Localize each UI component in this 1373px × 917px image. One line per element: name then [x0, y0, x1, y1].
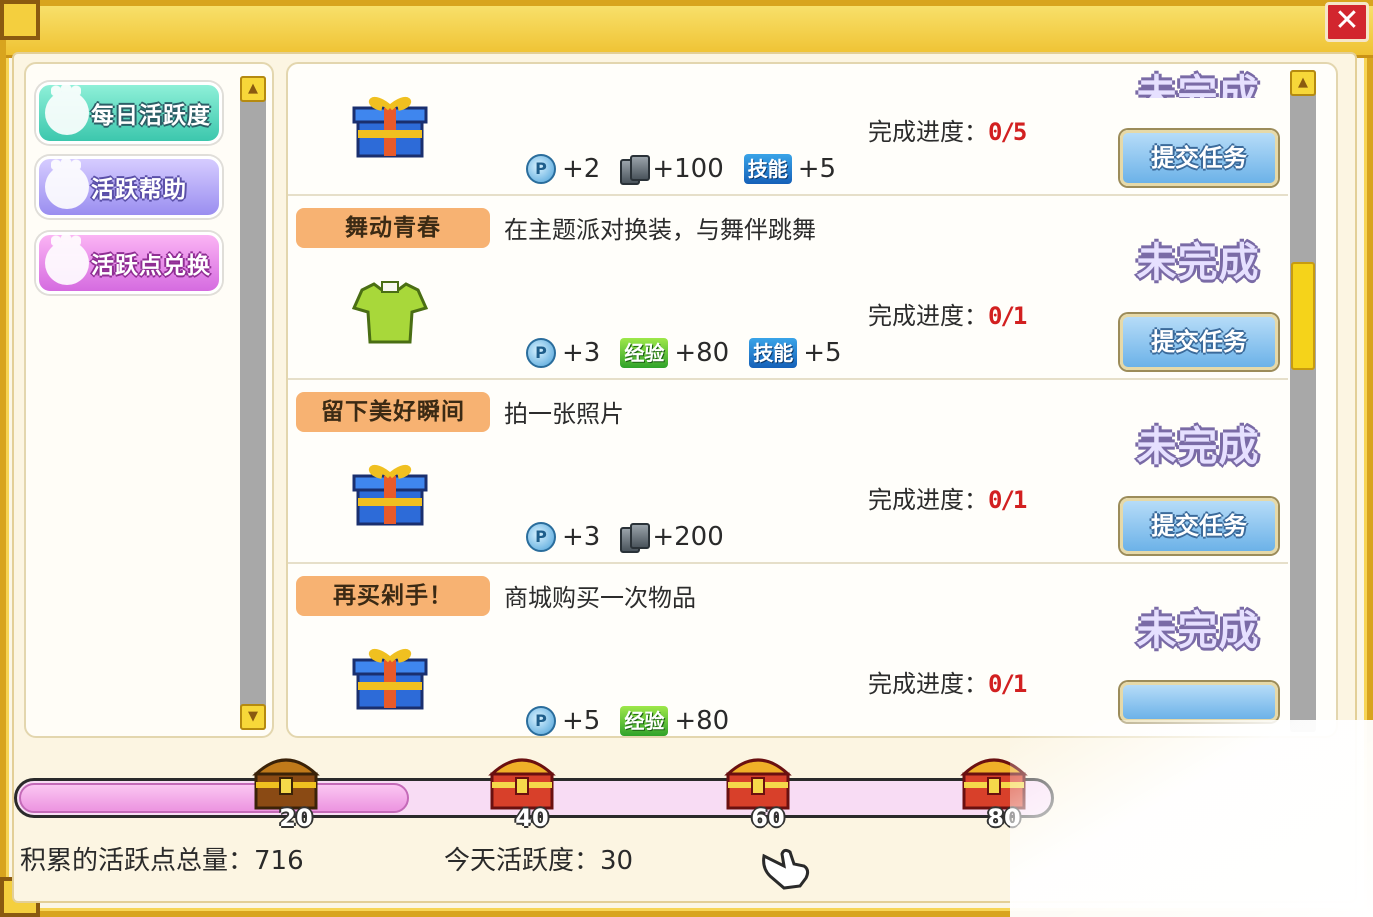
- progress-value: 0/5: [988, 118, 1027, 146]
- scroll-up-arrow-icon[interactable]: ▲: [1290, 70, 1316, 96]
- progress-value: 0/1: [988, 670, 1027, 698]
- reward-amount: +3: [562, 522, 601, 552]
- task-title: 再买剁手！: [296, 576, 490, 616]
- sidebar-scrollbar[interactable]: ▲ ▼: [240, 76, 266, 730]
- skill-badge: 技能: [749, 338, 798, 368]
- task-title: 舞动青春: [296, 208, 490, 248]
- reward-amount: +5: [803, 338, 842, 368]
- paw-icon: [45, 235, 89, 285]
- task-progress: 完成进度：0/1: [868, 480, 1027, 515]
- tshirt-icon: [352, 281, 428, 344]
- sidebar-item-label: 活跃帮助: [91, 177, 187, 203]
- total-activity-points: 积累的活跃点总量：716: [20, 840, 304, 877]
- progress-label: 完成进度：: [868, 302, 988, 330]
- progress-value: 0/1: [988, 486, 1027, 514]
- reward-amount: +5: [797, 154, 837, 184]
- treasure-chest-icon[interactable]: [250, 752, 322, 812]
- task-status: 未完成: [1136, 240, 1260, 286]
- exp-badge: 经验: [620, 706, 669, 736]
- scroll-up-arrow-icon[interactable]: ▲: [240, 76, 266, 102]
- task-description: 在主题派对换装，与舞伴跳舞: [504, 216, 816, 244]
- hand-cursor-icon: [762, 848, 810, 890]
- activity-point-icon: P: [526, 522, 556, 552]
- frame-corner-ornament: [0, 0, 40, 40]
- scroll-thumb[interactable]: [1291, 262, 1315, 370]
- total-points-label: 积累的活跃点总量：: [20, 846, 255, 876]
- submit-task-button[interactable]: 提交任务: [1120, 130, 1278, 186]
- submit-task-button[interactable]: [1120, 682, 1278, 722]
- today-activity-value: 30: [600, 846, 634, 876]
- reward-amount: +80: [674, 338, 730, 368]
- close-button[interactable]: ✕: [1325, 2, 1369, 42]
- progress-label: 完成进度：: [868, 486, 988, 514]
- task-progress: 完成进度：0/1: [868, 296, 1027, 331]
- task-progress: 完成进度：0/1: [868, 664, 1027, 699]
- task-rewards: P +3 经验 +80 技能 +5: [526, 338, 856, 368]
- task-status: 未完成: [1136, 424, 1260, 470]
- activity-point-icon: P: [526, 706, 556, 736]
- task-title: 留下美好瞬间: [296, 392, 490, 432]
- today-activity: 今天活跃度：30: [444, 840, 633, 877]
- exp-badge: 经验: [620, 338, 669, 368]
- task-list: 完成进度：0/5 P +2 +100 技能 +5 未完成 提交任务 舞动青春 在…: [286, 62, 1338, 738]
- treasure-chest-icon[interactable]: [486, 752, 558, 812]
- milestone-label: 60: [751, 804, 785, 832]
- gift-box-icon: [352, 464, 428, 526]
- skill-badge: 技能: [743, 154, 792, 184]
- reward-amount: +2: [562, 154, 601, 184]
- treasure-chest-icon[interactable]: [958, 752, 1030, 812]
- task-description: 商城购买一次物品: [504, 584, 696, 612]
- coins-icon: [620, 155, 651, 185]
- task-list-scrollbar[interactable]: ▲: [1290, 70, 1316, 732]
- reward-amount: +100: [652, 154, 724, 184]
- total-points-value: 716: [254, 846, 304, 876]
- task-rewards: P +3 +200: [526, 522, 738, 553]
- task-item: 完成进度：0/5 P +2 +100 技能 +5 未完成 提交任务: [288, 64, 1288, 196]
- progress-value: 0/1: [988, 302, 1027, 330]
- activity-point-icon: P: [526, 338, 556, 368]
- task-progress: 完成进度：0/5: [868, 112, 1027, 147]
- sidebar-item-daily-activity[interactable]: 每日活跃度: [36, 82, 222, 144]
- sidebar-item-activity-help[interactable]: 活跃帮助: [36, 156, 222, 218]
- reward-amount: +5: [562, 706, 601, 736]
- task-item: 留下美好瞬间 拍一张照片 完成进度：0/1 P +3 +200 未完成 提交任务: [288, 380, 1288, 564]
- submit-task-button[interactable]: 提交任务: [1120, 314, 1278, 370]
- progress-label: 完成进度：: [868, 670, 988, 698]
- milestone-label: 20: [279, 804, 313, 832]
- reward-amount: +80: [674, 706, 730, 736]
- progress-label: 完成进度：: [868, 118, 988, 146]
- task-item: 舞动青春 在主题派对换装，与舞伴跳舞 完成进度：0/1 P +3 经验 +80 …: [288, 196, 1288, 380]
- task-description: 拍一张照片: [504, 400, 624, 428]
- gift-box-icon: [352, 96, 428, 158]
- sidebar-item-points-exchange[interactable]: 活跃点兑换: [36, 232, 222, 294]
- task-status: 未完成: [1136, 72, 1260, 98]
- milestone-label: 40: [515, 804, 549, 832]
- task-rewards: P +2 +100 技能 +5: [526, 154, 850, 185]
- treasure-chest-icon[interactable]: [722, 752, 794, 812]
- task-status: 未完成: [1136, 608, 1260, 654]
- milestone-label: 80: [987, 804, 1021, 832]
- coins-icon: [620, 523, 651, 553]
- task-item: 再买剁手！ 商城购买一次物品 完成进度：0/1 P +5 经验 +80 未完成: [288, 564, 1288, 736]
- sidebar: 每日活跃度 活跃帮助 活跃点兑换 ▲ ▼: [24, 62, 274, 738]
- reward-amount: +3: [562, 338, 601, 368]
- gift-box-icon: [352, 648, 428, 710]
- reward-amount: +200: [652, 522, 724, 552]
- today-activity-label: 今天活跃度：: [444, 846, 601, 876]
- window-titlebar: [6, 6, 1373, 58]
- sidebar-item-label: 活跃点兑换: [91, 253, 211, 279]
- submit-task-button[interactable]: 提交任务: [1120, 498, 1278, 554]
- sidebar-item-label: 每日活跃度: [91, 103, 211, 129]
- scroll-down-arrow-icon[interactable]: ▼: [240, 704, 266, 730]
- task-rewards: P +5 经验 +80: [526, 706, 743, 736]
- paw-icon: [45, 85, 89, 135]
- activity-point-icon: P: [526, 154, 556, 184]
- paw-icon: [45, 159, 89, 209]
- activity-progress-fill: [19, 783, 409, 813]
